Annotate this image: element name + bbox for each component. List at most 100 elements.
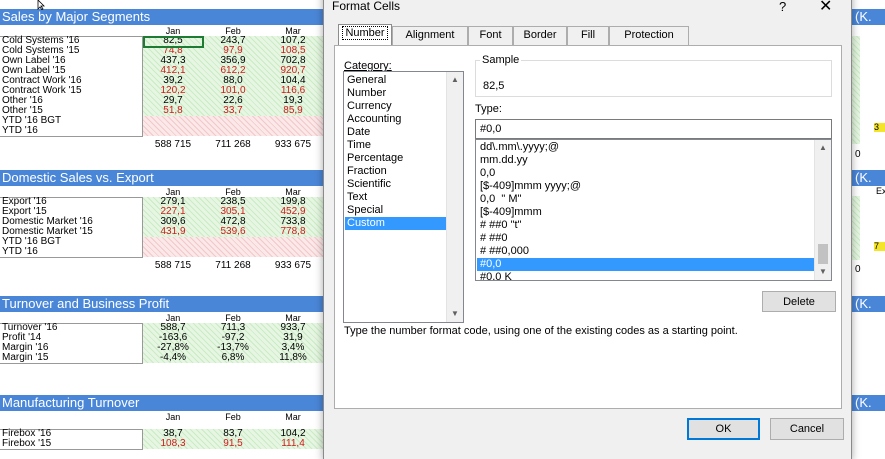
- format-item[interactable]: 0,0: [477, 167, 816, 180]
- table-row[interactable]: YTD '16: [0, 247, 330, 257]
- month-header: Jan Feb Mar: [143, 412, 327, 422]
- category-item[interactable]: General: [345, 74, 446, 87]
- month-label: Jan: [165, 412, 181, 422]
- scroll-down-icon[interactable]: ▼: [447, 306, 463, 322]
- table-row[interactable]: Firebox '15 108,3 91,5 111,4: [0, 439, 330, 449]
- right-value-2: 0: [855, 149, 861, 160]
- table-cell[interactable]: 111,4: [264, 439, 322, 449]
- total-value: 588 715: [154, 260, 192, 271]
- format-code-list[interactable]: dd\.mm\.yyyy;@ mm.dd.yy 0,0 [$-409]mmm yyyy…: [475, 139, 832, 281]
- close-icon[interactable]: ✕: [819, 0, 832, 16]
- section-title: Domestic Sales vs. Export: [0, 170, 330, 186]
- right-header-1: (K.: [852, 9, 885, 25]
- right-header-2: (K.: [852, 170, 885, 186]
- category-item[interactable]: Percentage: [345, 152, 446, 165]
- category-item[interactable]: Text: [345, 191, 446, 204]
- tab-number[interactable]: Number: [338, 24, 392, 46]
- category-item[interactable]: Scientific: [345, 178, 446, 191]
- totals-row: 588 715 711 268 933 675: [143, 139, 327, 150]
- format-item[interactable]: 0,0 " M": [477, 193, 816, 206]
- right-header-3: (K.: [852, 296, 885, 312]
- category-scrollbar[interactable]: ▲ ▼: [446, 72, 463, 322]
- category-item[interactable]: Time: [345, 139, 446, 152]
- right-value-1: 3: [874, 123, 885, 132]
- format-item[interactable]: [$-409]mmm yyyy;@: [477, 180, 816, 193]
- type-input[interactable]: [475, 119, 832, 139]
- total-value: 711 268: [215, 139, 251, 150]
- row-label: Margin '15: [2, 352, 49, 363]
- table-row[interactable]: YTD '16 BGT: [0, 237, 330, 247]
- table-cell[interactable]: -4,4%: [144, 353, 202, 363]
- format-item[interactable]: #0,0 K: [477, 271, 816, 280]
- help-icon[interactable]: ?: [779, 0, 786, 14]
- format-item[interactable]: # ##0,000: [477, 245, 816, 258]
- table-row[interactable]: Margin '15 -4,4% 6,8% 11,8%: [0, 353, 330, 363]
- tab-font[interactable]: Font: [468, 26, 513, 45]
- category-item[interactable]: Accounting: [345, 113, 446, 126]
- category-item[interactable]: Special: [345, 204, 446, 217]
- right-header-4: (K.: [852, 395, 885, 411]
- format-item[interactable]: # ##0 "t": [477, 219, 816, 232]
- tab-alignment[interactable]: Alignment: [392, 26, 468, 45]
- format-scrollbar[interactable]: ▲ ▼: [814, 140, 831, 280]
- category-item[interactable]: Fraction: [345, 165, 446, 178]
- category-item[interactable]: Date: [345, 126, 446, 139]
- mouse-cursor-icon: [37, 0, 45, 10]
- format-item[interactable]: [$-409]mmm: [477, 206, 816, 219]
- format-item[interactable]: #0,0: [477, 258, 816, 271]
- scroll-up-icon[interactable]: ▲: [447, 72, 463, 88]
- table-cell[interactable]: 85,9: [264, 106, 322, 116]
- table-row[interactable]: YTD '16 BGT: [0, 116, 330, 126]
- tab-fill[interactable]: Fill: [567, 26, 609, 45]
- dialog-title: Format Cells: [332, 0, 401, 13]
- scroll-down-icon[interactable]: ▼: [815, 264, 831, 280]
- hint-text: Type the number format code, using one o…: [344, 325, 738, 337]
- category-item[interactable]: Number: [345, 87, 446, 100]
- table-cell[interactable]: 778,8: [264, 227, 322, 237]
- totals-row: 588 715 711 268 933 675: [143, 260, 327, 271]
- table-cell[interactable]: 108,3: [144, 439, 202, 449]
- category-item[interactable]: Currency: [345, 100, 446, 113]
- table-cell[interactable]: 11,8%: [264, 353, 322, 363]
- category-list[interactable]: General Number Currency Accounting Date Time P…: [343, 71, 464, 323]
- table-cell[interactable]: 539,6: [204, 227, 262, 237]
- section-title: Manufacturing Turnover: [0, 395, 330, 411]
- format-item[interactable]: # ##0: [477, 232, 816, 245]
- delete-button[interactable]: Delete: [762, 291, 836, 312]
- ok-button[interactable]: OK: [687, 418, 760, 440]
- total-value: 711 268: [215, 260, 251, 271]
- row-label: YTD '16: [2, 125, 38, 136]
- table-cell[interactable]: 6,8%: [204, 353, 262, 363]
- sample-value: 82,5: [483, 80, 505, 92]
- right-export-label: Ex: [876, 186, 885, 196]
- sample-box: [475, 60, 832, 97]
- cancel-button[interactable]: Cancel: [770, 418, 844, 440]
- tab-border[interactable]: Border: [513, 26, 567, 45]
- table-row[interactable]: YTD '16: [0, 126, 330, 136]
- tab-protection[interactable]: Protection: [609, 26, 689, 45]
- format-cells-dialog: Format Cells ? ✕ Number Alignment Font B…: [323, 0, 852, 459]
- table-cell[interactable]: 91,5: [204, 439, 262, 449]
- scroll-up-icon[interactable]: ▲: [815, 140, 831, 156]
- active-cell-selection: [143, 36, 204, 48]
- right-green-area-1: [852, 36, 860, 144]
- total-value: 933 675: [274, 260, 312, 271]
- format-item[interactable]: dd\.mm\.yyyy;@: [477, 141, 816, 154]
- month-label: Mar: [285, 412, 301, 422]
- scroll-thumb[interactable]: [818, 244, 828, 264]
- table-cell[interactable]: 51,8: [144, 106, 202, 116]
- total-value: 933 675: [274, 139, 312, 150]
- right-green-area-2: [852, 196, 860, 260]
- table-cell[interactable]: 431,9: [144, 227, 202, 237]
- section-title: Sales by Major Segments: [0, 9, 330, 25]
- type-label: Type:: [475, 103, 502, 115]
- table-cell[interactable]: 33,7: [204, 106, 262, 116]
- format-item[interactable]: mm.dd.yy: [477, 154, 816, 167]
- section-title: Turnover and Business Profit: [0, 296, 330, 312]
- category-item[interactable]: Custom: [345, 217, 446, 230]
- total-value: 588 715: [154, 139, 192, 150]
- sample-label: Sample: [480, 54, 522, 66]
- row-label: Firebox '15: [2, 438, 52, 449]
- month-label: Feb: [225, 412, 241, 422]
- right-value-3: 7: [874, 242, 885, 251]
